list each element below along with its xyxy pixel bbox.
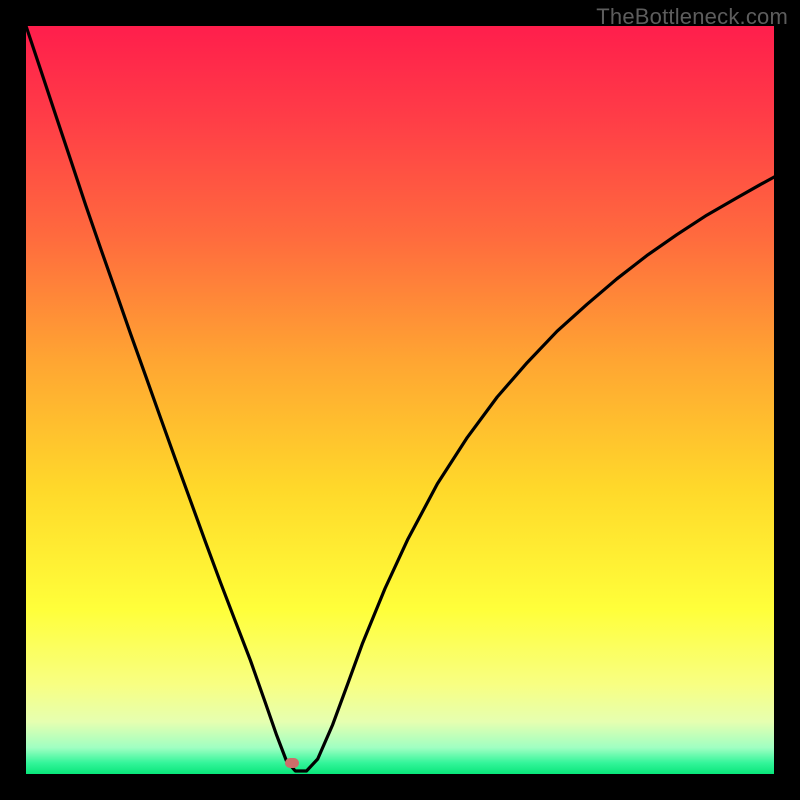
chart-frame	[26, 26, 774, 774]
watermark-text: TheBottleneck.com	[596, 4, 788, 30]
optimum-marker	[285, 758, 299, 768]
gradient-background	[26, 26, 774, 774]
